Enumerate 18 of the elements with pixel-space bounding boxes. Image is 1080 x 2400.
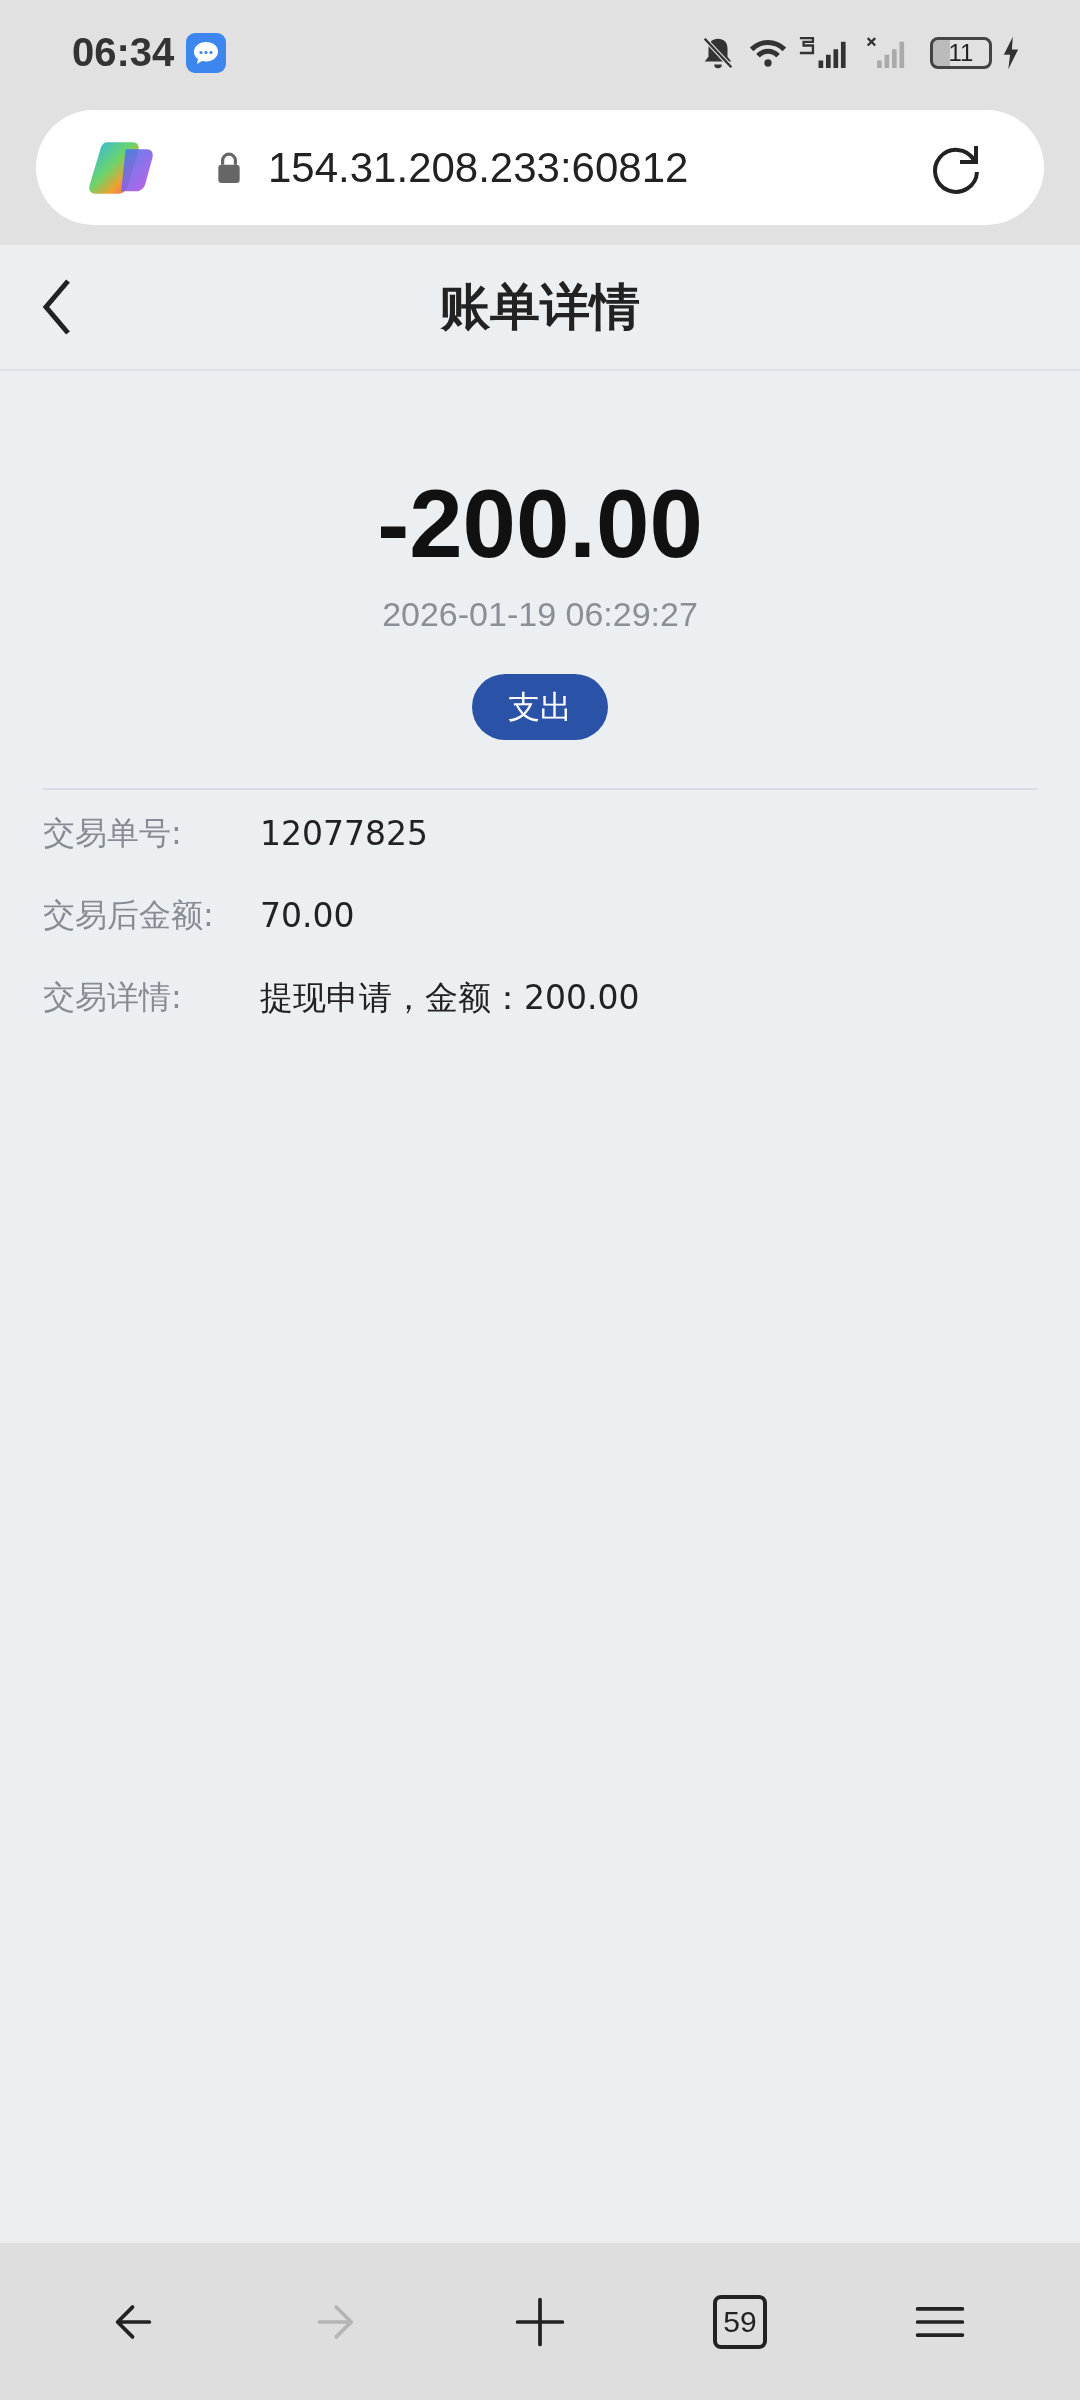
type-tag: 支出 bbox=[472, 673, 608, 740]
chat-bubble-icon bbox=[186, 32, 227, 73]
amount-text: -200.00 bbox=[377, 471, 703, 577]
field-value: 12077825 bbox=[260, 814, 428, 854]
field-value: 提现申请，金额：200.00 bbox=[260, 976, 640, 1019]
tab-count-button[interactable]: 59 bbox=[713, 2294, 767, 2349]
field-label: 交易单号: bbox=[43, 812, 183, 854]
url-text: 154.31.208.233:60812 bbox=[268, 143, 689, 192]
page-title: 账单详情 bbox=[440, 276, 640, 338]
transaction-time: 2026-01-19 06:29:27 bbox=[382, 594, 698, 634]
lock-icon bbox=[216, 151, 242, 184]
address-bar[interactable]: 154.31.208.233:60812 bbox=[36, 110, 1044, 225]
battery-icon: 11 bbox=[930, 36, 992, 69]
field-label: 交易后金额: bbox=[43, 894, 215, 936]
charging-icon bbox=[1002, 35, 1020, 70]
status-time: 06:34 bbox=[72, 30, 175, 75]
field-label: 交易详情: bbox=[43, 977, 183, 1019]
field-value: 70.00 bbox=[260, 896, 355, 936]
